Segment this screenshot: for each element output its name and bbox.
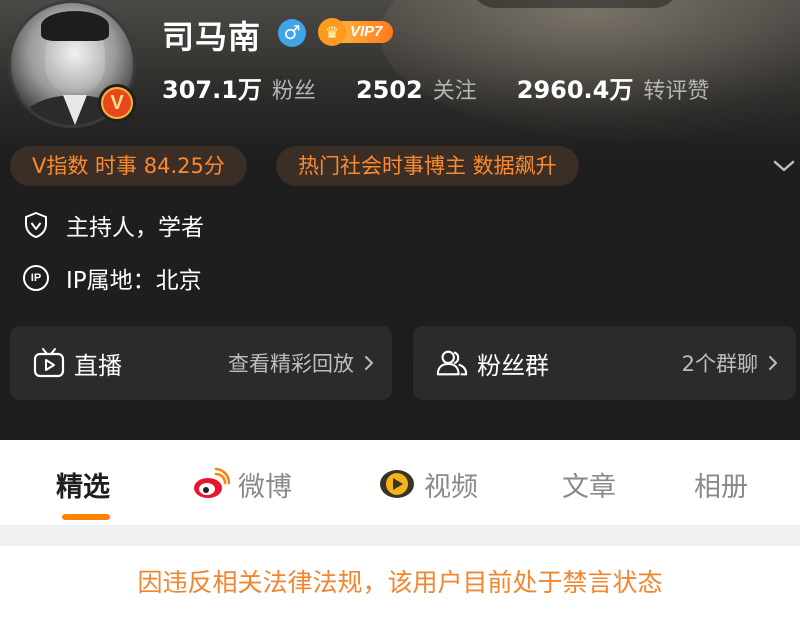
stat-engagement[interactable]: 2960.4万 转评赞 [517, 70, 710, 105]
chevron-down-icon[interactable] [770, 152, 798, 180]
stat-followers[interactable]: 307.1万 粉丝 [162, 70, 316, 105]
active-tab-indicator [62, 514, 110, 520]
tab-albums[interactable]: 相册 [694, 466, 748, 503]
engagement-count: 2960.4万 [516, 76, 634, 104]
shield-icon [22, 211, 50, 239]
ip-location-icon: IP [23, 265, 49, 291]
vip-level-label: VIP7 [338, 21, 393, 43]
followers-count: 307.1万 [162, 76, 262, 104]
following-count: 2502 [355, 76, 423, 104]
chevron-right-icon [365, 356, 373, 370]
tab-video[interactable]: 视频 [378, 466, 478, 503]
fan-group-card[interactable]: 粉丝群 2个群聊 [413, 326, 796, 400]
cover-background-vehicle [470, 0, 680, 8]
vip-badge[interactable]: ♛ VIP7 [318, 18, 393, 46]
crown-icon: ♛ [318, 18, 346, 46]
live-card-title: 直播 [74, 351, 122, 380]
video-play-icon [378, 466, 416, 502]
tv-icon [32, 346, 66, 380]
v-index-chip[interactable]: V指数 时事 84.25分 [10, 146, 247, 186]
profile-name: 司马南 [162, 18, 262, 56]
live-card[interactable]: 直播 查看精彩回放 [10, 326, 392, 400]
stat-following[interactable]: 2502 关注 [356, 73, 477, 105]
engagement-label: 转评赞 [643, 79, 710, 104]
verification-row: 主持人，学者 [22, 208, 204, 242]
muted-user-notice: 因违反相关法律法规，该用户目前处于禁言状态 [0, 546, 800, 620]
profile-tab-bar: 精选 微博 视频 文章 相册 [0, 440, 800, 526]
ip-location-text: IP属地：北京 [66, 268, 202, 294]
profile-header: V 司马南 ♂ ♛ VIP7 307.1万 粉丝 2502 关注 2960.4万… [0, 0, 800, 440]
fan-group-title: 粉丝群 [477, 351, 549, 380]
live-replay-link[interactable]: 查看精彩回放 [228, 348, 354, 378]
male-gender-icon: ♂ [278, 19, 306, 47]
people-icon [435, 346, 469, 380]
tab-featured[interactable]: 精选 [56, 466, 110, 503]
hot-blogger-chip[interactable]: 热门社会时事博主 数据飙升 [276, 146, 579, 186]
verified-badge-icon: V [98, 84, 136, 122]
chevron-right-icon [769, 356, 777, 370]
profile-stats: 307.1万 粉丝 2502 关注 2960.4万 转评赞 [162, 70, 749, 105]
followers-label: 粉丝 [271, 79, 316, 104]
tab-articles[interactable]: 文章 [562, 466, 616, 503]
group-chat-count[interactable]: 2个群聊 [682, 348, 758, 378]
ip-location-row: IP IP属地：北京 [22, 261, 202, 295]
tab-weibo[interactable]: 微博 [192, 466, 292, 503]
weibo-logo-icon [192, 466, 230, 502]
following-label: 关注 [432, 79, 477, 104]
verification-text: 主持人，学者 [66, 215, 204, 241]
